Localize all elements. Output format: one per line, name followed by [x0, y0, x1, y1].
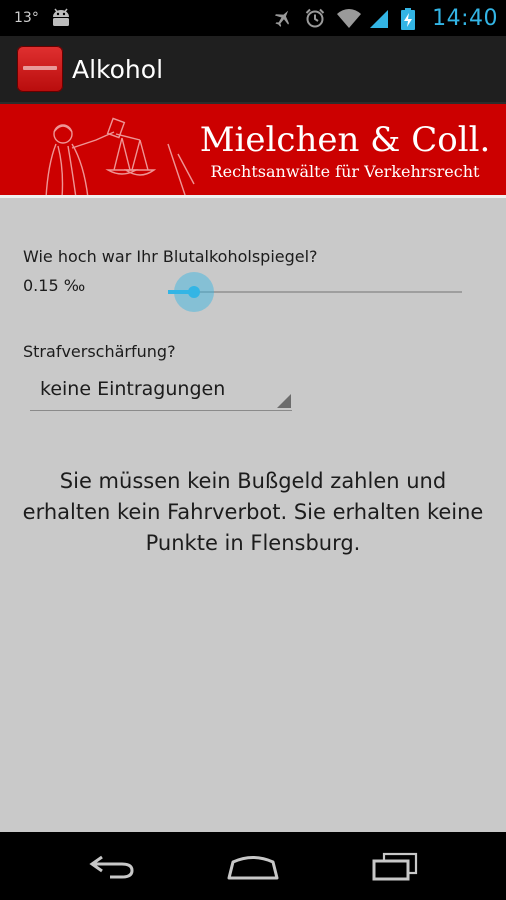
page-title: Alkohol	[72, 54, 164, 84]
alarm-icon	[304, 7, 326, 29]
home-icon[interactable]	[208, 842, 298, 890]
signal-icon	[368, 7, 390, 29]
battery-charging-icon	[400, 7, 422, 30]
action-bar: Alkohol	[0, 36, 506, 104]
status-bar: 13° 14:40	[0, 0, 506, 36]
app-icon[interactable]	[17, 46, 63, 92]
banner-divider	[0, 195, 506, 198]
firm-banner: Mielchen & Coll. Rechtsanwälte für Verke…	[0, 104, 506, 198]
penalty-question: Strafverschärfung?	[23, 342, 176, 361]
status-clock: 14:40	[432, 5, 498, 31]
result-text: Sie müssen kein Bußgeld zahlen und erhal…	[22, 469, 484, 555]
blood-alcohol-slider[interactable]	[168, 272, 462, 312]
penalty-selected-value: keine Eintragungen	[40, 378, 226, 400]
dropdown-arrow-icon	[277, 394, 291, 408]
recent-apps-icon[interactable]	[350, 842, 440, 890]
blood-alcohol-value: 0.15 ‰	[23, 276, 86, 295]
justitia-statue-image	[45, 117, 195, 198]
firm-name: Mielchen & Coll.	[199, 120, 491, 160]
back-icon[interactable]	[68, 842, 158, 890]
firm-subtitle: Rechtsanwälte für Verkehrsrecht	[210, 162, 480, 181]
blood-alcohol-question: Wie hoch war Ihr Blutalkoholspiegel?	[23, 247, 318, 266]
wifi-icon	[336, 7, 362, 29]
slider-thumb[interactable]	[188, 286, 200, 298]
android-icon	[49, 7, 71, 29]
weather-temperature: 13°	[14, 10, 39, 26]
airplane-mode-icon	[272, 7, 294, 29]
penalty-dropdown[interactable]: keine Eintragungen	[30, 370, 292, 411]
navigation-bar	[0, 832, 506, 900]
